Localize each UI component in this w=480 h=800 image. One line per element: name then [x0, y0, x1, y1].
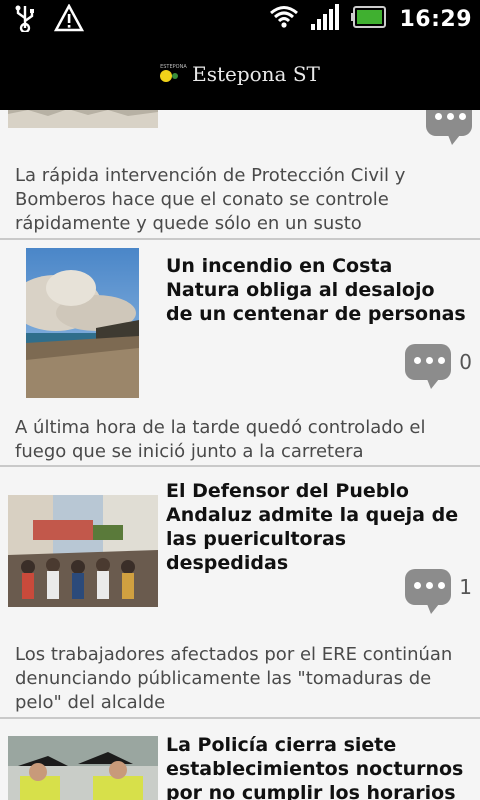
- article-summary: La rápida intervención de Protección Civ…: [15, 165, 406, 234]
- logo-mark-icon: ESTEPONA: [160, 64, 187, 83]
- article-list[interactable]: La rápida intervención de Protección Civ…: [0, 110, 480, 800]
- comment-indicator[interactable]: [426, 110, 472, 145]
- article-item[interactable]: La Policía cierra siete establecimientos…: [0, 719, 480, 800]
- article-headline[interactable]: La Policía cierra siete establecimientos…: [166, 733, 466, 800]
- signal-icon: [311, 4, 340, 34]
- article-item[interactable]: El Defensor del Pueblo Andaluz admite la…: [0, 467, 480, 717]
- app-title: Estepona ST: [192, 62, 320, 86]
- warning-icon: [53, 3, 85, 36]
- clock: 16:29: [399, 6, 472, 32]
- article-summary: A última hora de la tarde quedó controla…: [15, 417, 426, 462]
- app-logo[interactable]: ESTEPONA Estepona ST: [160, 62, 320, 86]
- usb-icon: [14, 4, 36, 36]
- comment-indicator[interactable]: 1: [405, 569, 472, 614]
- comment-icon: [405, 344, 452, 389]
- article-thumbnail: [26, 248, 139, 398]
- battery-icon: [351, 6, 387, 32]
- comment-icon: [405, 569, 452, 614]
- wifi-icon: [269, 4, 299, 34]
- comment-count: 1: [459, 575, 472, 599]
- article-item[interactable]: Un incendio en Costa Natura obliga al de…: [0, 240, 480, 466]
- comment-indicator[interactable]: 0: [405, 344, 472, 389]
- app-bar: ESTEPONA Estepona ST: [0, 38, 480, 110]
- article-thumbnail: [8, 110, 158, 128]
- article-headline[interactable]: Un incendio en Costa Natura obliga al de…: [166, 254, 466, 326]
- article-thumbnail: [8, 736, 158, 800]
- article-headline[interactable]: El Defensor del Pueblo Andaluz admite la…: [166, 479, 466, 575]
- article-item[interactable]: La rápida intervención de Protección Civ…: [0, 110, 480, 238]
- comment-icon: [426, 110, 472, 145]
- comment-count: 0: [459, 350, 472, 374]
- article-thumbnail: [8, 495, 158, 607]
- article-summary: Los trabajadores afectados por el ERE co…: [15, 644, 453, 713]
- status-bar: 16:29: [0, 0, 480, 38]
